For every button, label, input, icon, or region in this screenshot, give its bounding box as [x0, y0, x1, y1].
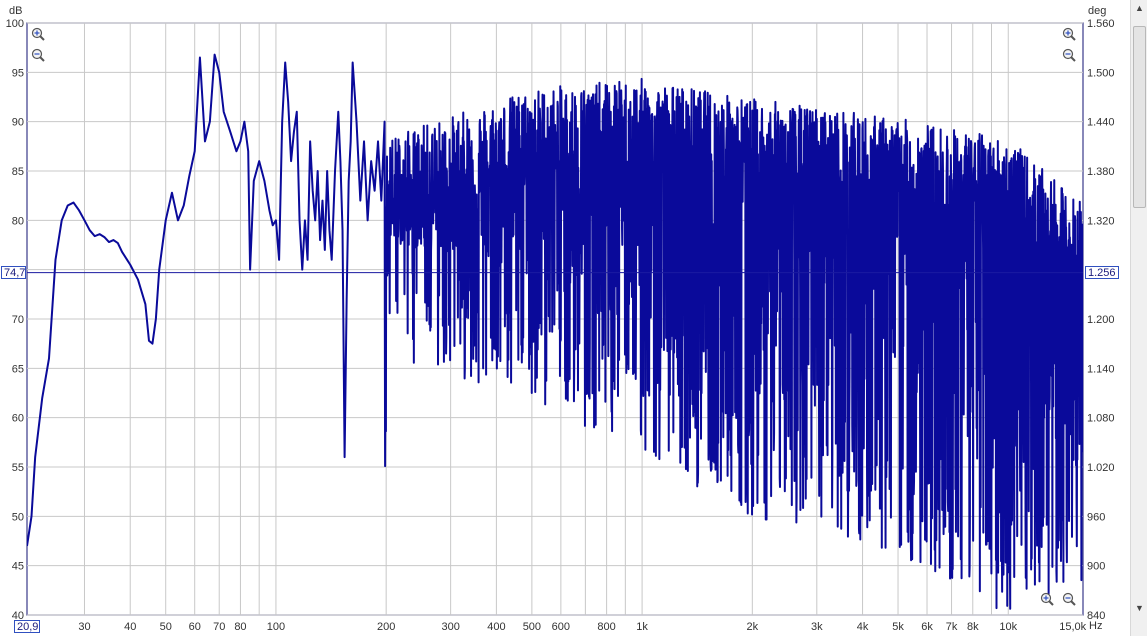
scrollbar-thumb[interactable] — [1133, 26, 1146, 208]
x-tick-label: 15,0k — [1059, 621, 1086, 633]
cursor-frequency-readout: 20,9 — [14, 620, 40, 633]
frequency-response-chart[interactable]: 100959085807570656055504540 1.5601.5001.… — [0, 0, 1130, 636]
x-tick-label: 1k — [636, 621, 648, 633]
x-tick-label: 3k — [811, 621, 823, 633]
y2-tick-label: 900 — [1087, 561, 1105, 573]
y2-tick-label: 1.440 — [1087, 117, 1115, 129]
y2-axis-unit-label: deg — [1088, 5, 1106, 17]
y-tick-label: 60 — [12, 413, 24, 425]
y-axis-unit-label: dB — [9, 5, 22, 17]
y-tick-label: 70 — [12, 314, 24, 326]
y2-tick-label: 960 — [1087, 511, 1105, 523]
x-tick-label: 600 — [552, 621, 570, 633]
x-tick-label: 100 — [267, 621, 285, 633]
x-tick-label: 40 — [124, 621, 136, 633]
vertical-scrollbar[interactable]: ▲ ▼ — [1130, 0, 1147, 636]
x-axis-unit-label: Hz — [1089, 620, 1102, 632]
x-tick-label: 8k — [967, 621, 979, 633]
scroll-up-arrow-icon[interactable]: ▲ — [1132, 0, 1147, 16]
x-tick-label: 6k — [921, 621, 933, 633]
y2-tick-label: 1.560 — [1087, 18, 1115, 30]
x-tick-label: 50 — [160, 621, 172, 633]
x-tick-label: 30 — [78, 621, 90, 633]
y-tick-label: 45 — [12, 561, 24, 573]
y2-tick-label: 1.140 — [1087, 363, 1115, 375]
x-tick-label: 500 — [523, 621, 541, 633]
y-tick-label: 85 — [12, 166, 24, 178]
y-tick-label: 95 — [12, 67, 24, 79]
y2-tick-label: 1.200 — [1087, 314, 1115, 326]
x-tick-label: 400 — [487, 621, 505, 633]
y2-tick-label: 1.320 — [1087, 215, 1115, 227]
x-tick-label: 4k — [857, 621, 869, 633]
y2-tick-label: 1.020 — [1087, 462, 1115, 474]
y-tick-label: 50 — [12, 511, 24, 523]
y2-tick-label: 1.380 — [1087, 166, 1115, 178]
y-tick-label: 80 — [12, 215, 24, 227]
cursor-phase-readout: 1.256 — [1085, 266, 1119, 279]
scroll-down-arrow-icon[interactable]: ▼ — [1132, 600, 1147, 616]
x-tick-label: 5k — [892, 621, 904, 633]
cursor-level-readout: 74,7 — [1, 266, 26, 279]
x-tick-label: 80 — [234, 621, 246, 633]
x-tick-label: 7k — [946, 621, 958, 633]
x-tick-label: 60 — [189, 621, 201, 633]
x-tick-label: 70 — [213, 621, 225, 633]
y-tick-label: 55 — [12, 462, 24, 474]
x-tick-label: 200 — [377, 621, 395, 633]
x-tick-label: 10k — [999, 621, 1017, 633]
y-tick-label: 90 — [12, 117, 24, 129]
y-tick-label: 100 — [6, 18, 24, 30]
y2-tick-label: 1.080 — [1087, 413, 1115, 425]
y-tick-label: 65 — [12, 363, 24, 375]
x-tick-label: 300 — [441, 621, 459, 633]
y2-tick-label: 1.500 — [1087, 67, 1115, 79]
x-tick-label: 2k — [747, 621, 759, 633]
x-tick-label: 800 — [597, 621, 615, 633]
